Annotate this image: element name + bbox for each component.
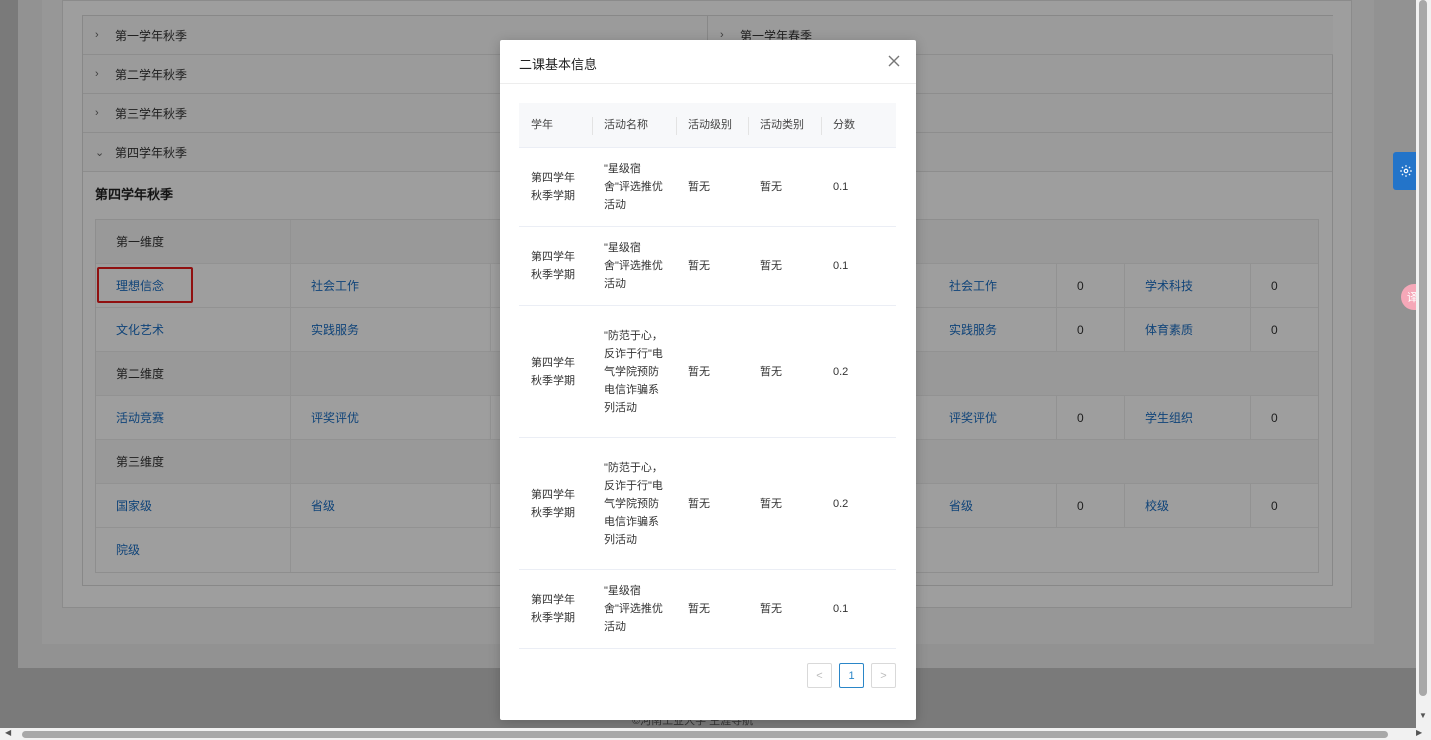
modal-header: 二课基本信息 xyxy=(500,40,916,84)
cell-category: 暂无 xyxy=(748,438,808,569)
cell-year: 第四学年秋季学期 xyxy=(519,148,579,226)
cell-year: 第四学年秋季学期 xyxy=(519,438,579,569)
modal-title: 二课基本信息 xyxy=(519,57,598,72)
cell-level-text: 暂无 xyxy=(688,181,710,193)
cell-name: "星级宿舍"评选推优活动 xyxy=(592,227,664,305)
activity-table: 学年 活动名称 活动级别 活动类别 分数 第四学年秋季学期 "星级宿舍"评选推优… xyxy=(519,103,896,649)
cell-year: 第四学年秋季学期 xyxy=(519,306,579,437)
cell-name-text: "星级宿舍"评选推优活动 xyxy=(604,163,663,211)
scroll-left-arrow[interactable]: ◀ xyxy=(5,728,11,737)
cell-level: 暂无 xyxy=(676,227,736,305)
column-header-category: 活动类别 xyxy=(760,119,804,131)
cell-name: "星级宿舍"评选推优活动 xyxy=(592,570,664,648)
cell-level-text: 暂无 xyxy=(688,497,710,510)
cell-name-text: "星级宿舍"评选推优活动 xyxy=(604,242,663,290)
cell-score: 0.2 xyxy=(821,306,881,437)
cell-year-text: 第四学年秋季学期 xyxy=(531,594,575,624)
cell-category-text: 暂无 xyxy=(760,181,782,193)
cell-year-text: 第四学年秋季学期 xyxy=(531,251,575,281)
vertical-scrollbar[interactable]: ▼ xyxy=(1416,0,1431,728)
column-header-year: 学年 xyxy=(531,119,553,131)
cell-year: 第四学年秋季学期 xyxy=(519,570,579,648)
table-row: 第四学年秋季学期 "星级宿舍"评选推优活动 暂无 暂无 0.1 xyxy=(519,570,896,649)
table-row: 第四学年秋季学期 "星级宿舍"评选推优活动 暂无 暂无 0.1 xyxy=(519,227,896,306)
gear-icon xyxy=(1400,165,1412,177)
cell-level-text: 暂无 xyxy=(688,260,710,272)
scroll-down-arrow[interactable]: ▼ xyxy=(1419,711,1427,720)
cell-score: 0.1 xyxy=(821,570,881,648)
cell-category-text: 暂无 xyxy=(760,497,782,510)
table-header: 学年 活动名称 活动级别 活动类别 分数 xyxy=(519,103,896,148)
cell-name-text: "星级宿舍"评选推优活动 xyxy=(604,585,663,633)
pagination-next[interactable]: > xyxy=(871,663,896,688)
cell-category-text: 暂无 xyxy=(760,603,782,615)
cell-category: 暂无 xyxy=(748,306,808,437)
cell-category-text: 暂无 xyxy=(760,260,782,272)
pagination-prev[interactable]: < xyxy=(807,663,832,688)
cell-level: 暂无 xyxy=(676,570,736,648)
cell-score-text: 0.2 xyxy=(833,365,849,378)
scroll-right-arrow[interactable]: ▶ xyxy=(1416,728,1422,737)
horizontal-scrollbar[interactable]: ◀ ▶ xyxy=(0,728,1431,740)
cell-score-text: 0.2 xyxy=(833,497,849,510)
cell-category-text: 暂无 xyxy=(760,365,782,378)
cell-level-text: 暂无 xyxy=(688,365,710,378)
table-row: 第四学年秋季学期 "星级宿舍"评选推优活动 暂无 暂无 0.1 xyxy=(519,148,896,227)
cell-name-text: "防范于心，反诈于行"电气学院预防电信诈骗系列活动 xyxy=(604,329,663,414)
scrollbar-thumb[interactable] xyxy=(1419,0,1427,696)
cell-level: 暂无 xyxy=(676,438,736,569)
cell-year-text: 第四学年秋季学期 xyxy=(531,356,575,387)
table-row: 第四学年秋季学期 "防范于心，反诈于行"电气学院预防电信诈骗系列活动 暂无 暂无… xyxy=(519,438,896,570)
cell-name-text: "防范于心，反诈于行"电气学院预防电信诈骗系列活动 xyxy=(604,461,663,546)
cell-score: 0.1 xyxy=(821,148,881,226)
cell-year: 第四学年秋季学期 xyxy=(519,227,579,305)
cell-level: 暂无 xyxy=(676,148,736,226)
column-header-name: 活动名称 xyxy=(604,119,648,131)
cell-category: 暂无 xyxy=(748,227,808,305)
cell-name: "防范于心，反诈于行"电气学院预防电信诈骗系列活动 xyxy=(592,306,664,437)
cell-score: 0.1 xyxy=(821,227,881,305)
cell-name: "星级宿舍"评选推优活动 xyxy=(592,148,664,226)
column-header-level: 活动级别 xyxy=(688,119,732,131)
cell-level: 暂无 xyxy=(676,306,736,437)
cell-year-text: 第四学年秋季学期 xyxy=(531,172,575,202)
close-icon[interactable] xyxy=(886,53,902,69)
cell-year-text: 第四学年秋季学期 xyxy=(531,488,575,519)
cell-category: 暂无 xyxy=(748,570,808,648)
scrollbar-thumb[interactable] xyxy=(22,731,1388,738)
cell-name: "防范于心，反诈于行"电气学院预防电信诈骗系列活动 xyxy=(592,438,664,569)
cell-category: 暂无 xyxy=(748,148,808,226)
table-row: 第四学年秋季学期 "防范于心，反诈于行"电气学院预防电信诈骗系列活动 暂无 暂无… xyxy=(519,306,896,438)
cell-score: 0.2 xyxy=(821,438,881,569)
column-header-score: 分数 xyxy=(833,119,855,131)
cell-score-text: 0.1 xyxy=(833,260,849,272)
cell-score-text: 0.1 xyxy=(833,603,849,615)
pagination-page[interactable]: 1 xyxy=(839,663,864,688)
cell-score-text: 0.1 xyxy=(833,181,849,193)
cell-level-text: 暂无 xyxy=(688,603,710,615)
activity-info-modal: 二课基本信息 学年 活动名称 活动级别 活动类别 分数 第四学年秋季学期 "星级… xyxy=(500,40,916,720)
